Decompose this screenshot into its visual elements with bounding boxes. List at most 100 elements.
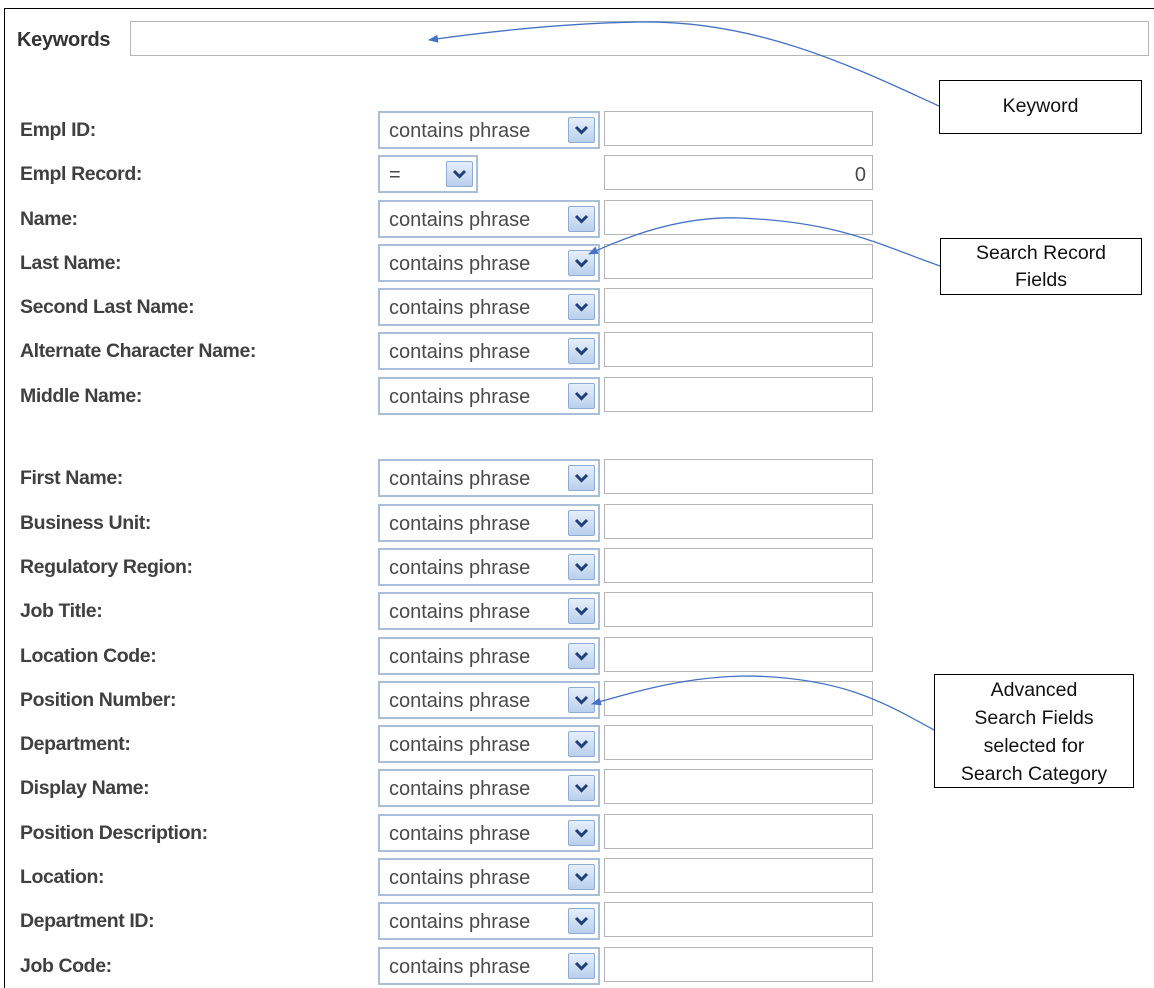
advanced-search-fields-callout: Advanced Search Fields selected for Sear… <box>934 674 1134 788</box>
position-number-value-input[interactable] <box>604 681 873 716</box>
empl-record-value-input[interactable] <box>604 155 873 190</box>
empl-id-operator-value: contains phrase <box>389 120 531 142</box>
chevron-down-icon[interactable] <box>568 383 595 409</box>
search-row-department: Department: contains phrase <box>0 725 900 763</box>
search-row-middle-name: Middle Name: contains phrase <box>0 377 900 415</box>
regulatory-region-operator-select[interactable]: contains phrase <box>378 548 600 586</box>
job-code-operator-select[interactable]: contains phrase <box>378 947 600 985</box>
department-id-value-input[interactable] <box>604 902 873 937</box>
search-row-regulatory-region: Regulatory Region: contains phrase <box>0 548 900 586</box>
chevron-down-icon[interactable] <box>568 554 595 580</box>
chevron-down-icon[interactable] <box>568 864 595 890</box>
search-row-department-id: Department ID: contains phrase <box>0 902 900 940</box>
position-number-operator-select[interactable]: contains phrase <box>378 681 600 719</box>
name-operator-value: contains phrase <box>389 209 531 231</box>
last-name-operator-value: contains phrase <box>389 253 531 275</box>
department-value-input[interactable] <box>604 725 873 760</box>
display-name-operator-select[interactable]: contains phrase <box>378 769 600 807</box>
chevron-down-icon[interactable] <box>568 294 595 320</box>
last-name-label: Last Name: <box>20 252 122 274</box>
regulatory-region-operator-value: contains phrase <box>389 557 531 579</box>
position-description-value-input[interactable] <box>604 814 873 849</box>
business-unit-operator-select[interactable]: contains phrase <box>378 504 600 542</box>
search-record-fields-callout-line: Search Record <box>975 242 1107 264</box>
chevron-down-icon[interactable] <box>568 117 595 143</box>
location-operator-value: contains phrase <box>389 867 531 889</box>
location-code-operator-select[interactable]: contains phrase <box>378 637 600 675</box>
location-label: Location: <box>20 866 105 888</box>
middle-name-operator-select[interactable]: contains phrase <box>378 377 600 415</box>
name-operator-select[interactable]: contains phrase <box>378 200 600 238</box>
keywords-input[interactable] <box>130 21 1149 56</box>
chevron-down-icon[interactable] <box>568 510 595 536</box>
search-row-empl-id: Empl ID: contains phrase <box>0 111 900 149</box>
last-name-value-input[interactable] <box>604 244 873 279</box>
position-description-operator-select[interactable]: contains phrase <box>378 814 600 852</box>
display-name-label: Display Name: <box>20 777 150 799</box>
job-title-value-input[interactable] <box>604 592 873 627</box>
chevron-down-icon[interactable] <box>568 908 595 934</box>
location-value-input[interactable] <box>604 858 873 893</box>
chevron-down-icon[interactable] <box>568 598 595 624</box>
chevron-down-icon[interactable] <box>568 250 595 276</box>
job-title-label: Job Title: <box>20 600 103 622</box>
search-row-job-code: Job Code: contains phrase <box>0 947 900 985</box>
chevron-down-icon[interactable] <box>568 206 595 232</box>
chevron-down-icon[interactable] <box>568 338 595 364</box>
search-record-fields-callout: Search Record Fields <box>940 238 1142 295</box>
chevron-down-icon[interactable] <box>568 775 595 801</box>
second-last-name-operator-select[interactable]: contains phrase <box>378 288 600 326</box>
empl-record-operator-value: = <box>389 164 401 186</box>
first-name-operator-value: contains phrase <box>389 468 531 490</box>
department-operator-select[interactable]: contains phrase <box>378 725 600 763</box>
position-description-operator-value: contains phrase <box>389 823 531 845</box>
advanced-search-fields-callout-line: Advanced <box>990 679 1078 701</box>
display-name-operator-value: contains phrase <box>389 778 531 800</box>
keyword-callout-text: Keyword <box>1002 95 1079 117</box>
search-row-second-last-name: Second Last Name: contains phrase <box>0 288 900 326</box>
location-code-label: Location Code: <box>20 645 157 667</box>
chevron-down-icon[interactable] <box>568 820 595 846</box>
job-code-label: Job Code: <box>20 955 112 977</box>
second-last-name-value-input[interactable] <box>604 288 873 323</box>
empl-record-label: Empl Record: <box>20 163 142 185</box>
first-name-value-input[interactable] <box>604 459 873 494</box>
name-value-input[interactable] <box>604 200 873 235</box>
advanced-search-fields-callout-line: selected for <box>983 735 1085 757</box>
job-code-operator-value: contains phrase <box>389 956 531 978</box>
job-title-operator-value: contains phrase <box>389 601 531 623</box>
empl-id-operator-select[interactable]: contains phrase <box>378 111 600 149</box>
empl-id-value-input[interactable] <box>604 111 873 146</box>
location-code-value-input[interactable] <box>604 637 873 672</box>
display-name-value-input[interactable] <box>604 769 873 804</box>
middle-name-value-input[interactable] <box>604 377 873 412</box>
search-row-business-unit: Business Unit: contains phrase <box>0 504 900 542</box>
chevron-down-icon[interactable] <box>568 731 595 757</box>
advanced-search-fields-callout-line: Search Category <box>960 763 1108 785</box>
chevron-down-icon[interactable] <box>568 465 595 491</box>
search-row-display-name: Display Name: contains phrase <box>0 769 900 807</box>
job-code-value-input[interactable] <box>604 947 873 982</box>
search-row-location-code: Location Code: contains phrase <box>0 637 900 675</box>
job-title-operator-select[interactable]: contains phrase <box>378 592 600 630</box>
keywords-label: Keywords <box>17 29 111 51</box>
chevron-down-icon[interactable] <box>568 643 595 669</box>
business-unit-value-input[interactable] <box>604 504 873 539</box>
chevron-down-icon[interactable] <box>446 161 473 187</box>
chevron-down-icon[interactable] <box>568 953 595 979</box>
department-id-operator-select[interactable]: contains phrase <box>378 902 600 940</box>
alternate-character-name-value-input[interactable] <box>604 332 873 367</box>
middle-name-operator-value: contains phrase <box>389 386 531 408</box>
first-name-operator-select[interactable]: contains phrase <box>378 459 600 497</box>
regulatory-region-value-input[interactable] <box>604 548 873 583</box>
chevron-down-icon[interactable] <box>568 687 595 713</box>
business-unit-label: Business Unit: <box>20 512 151 534</box>
alternate-character-name-operator-select[interactable]: contains phrase <box>378 332 600 370</box>
search-row-alternate-character-name: Alternate Character Name: contains phrase <box>0 332 900 370</box>
name-label: Name: <box>20 208 78 230</box>
last-name-operator-select[interactable]: contains phrase <box>378 244 600 282</box>
keyword-callout: Keyword <box>939 80 1142 134</box>
empl-record-operator-select[interactable]: = <box>378 155 478 193</box>
department-label: Department: <box>20 733 131 755</box>
location-operator-select[interactable]: contains phrase <box>378 858 600 896</box>
